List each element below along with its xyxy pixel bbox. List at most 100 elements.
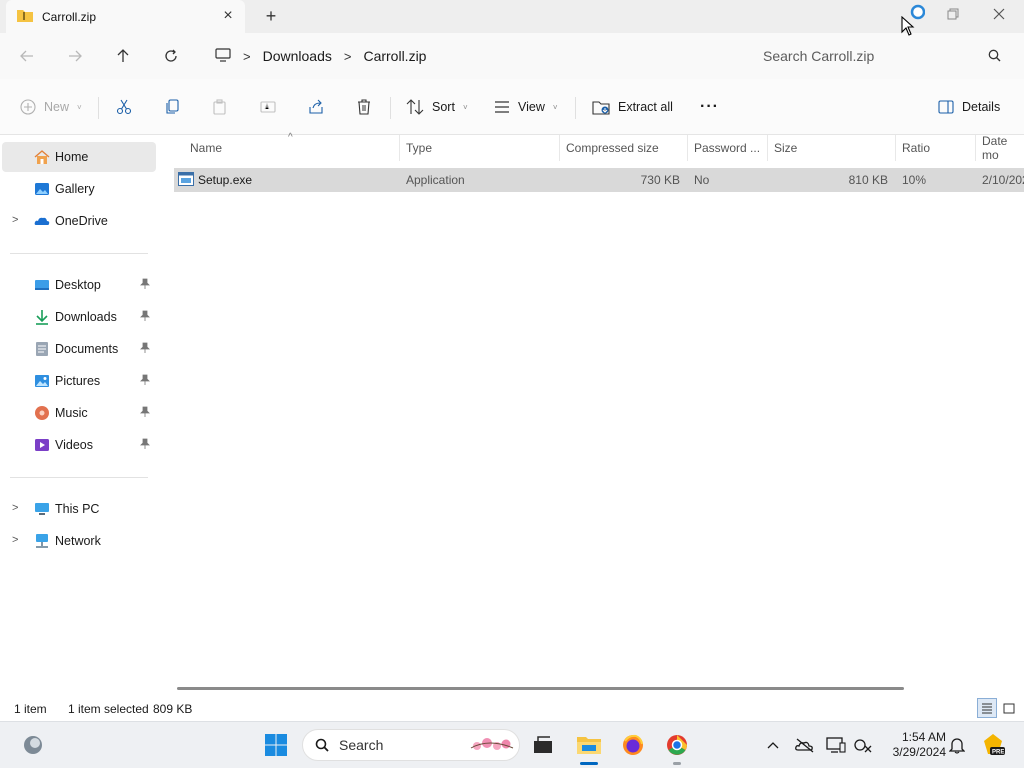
taskbar-search[interactable]: Search	[302, 729, 520, 761]
sidebar-item-pictures[interactable]: Pictures	[2, 366, 156, 396]
zip-folder-icon	[17, 8, 33, 25]
column-header-password[interactable]: Password ...	[688, 135, 768, 161]
column-header-type[interactable]: Type	[400, 135, 560, 161]
chevron-up-icon[interactable]	[760, 732, 786, 758]
sidebar-divider	[10, 477, 148, 478]
back-button[interactable]	[14, 43, 40, 69]
column-header-ratio[interactable]: Ratio	[896, 135, 976, 161]
tiles-view-toggle[interactable]	[999, 698, 1019, 718]
search-icon[interactable]	[988, 49, 1001, 65]
sidebar-label: Music	[55, 406, 88, 420]
onedrive-offline-icon[interactable]	[792, 732, 818, 758]
forward-button[interactable]	[62, 43, 88, 69]
cut-button[interactable]	[116, 95, 132, 119]
item-count: 1 item	[14, 702, 47, 716]
widgets-icon[interactable]	[20, 732, 46, 758]
sidebar-item-this-pc[interactable]: > This PC	[2, 494, 156, 524]
pin-icon[interactable]	[140, 278, 152, 292]
search-box[interactable]	[749, 40, 1015, 72]
task-view-icon[interactable]	[530, 732, 556, 758]
horizontal-scrollbar[interactable]	[177, 687, 904, 690]
bell-icon[interactable]	[944, 732, 970, 758]
home-icon	[34, 149, 50, 165]
chrome-icon[interactable]	[664, 732, 690, 758]
pin-icon[interactable]	[140, 342, 152, 356]
sidebar-label: Downloads	[55, 310, 117, 324]
details-pane-icon	[938, 100, 954, 114]
network-disconnected-icon[interactable]	[850, 732, 876, 758]
column-header-compressed-size[interactable]: Compressed size	[560, 135, 688, 161]
sort-label: Sort	[432, 100, 455, 114]
new-button[interactable]: New ˅	[20, 95, 82, 119]
copy-button[interactable]	[164, 95, 180, 119]
view-button[interactable]: View ˅	[494, 95, 558, 119]
file-size: 810 KB	[848, 173, 888, 187]
refresh-button[interactable]	[158, 43, 184, 69]
paste-button[interactable]	[212, 95, 228, 119]
chevron-right-icon[interactable]: >	[12, 214, 24, 228]
up-button[interactable]	[110, 43, 136, 69]
chevron-right-icon[interactable]: >	[12, 502, 24, 516]
column-header-size[interactable]: Size	[768, 135, 896, 161]
clock[interactable]: 1:54 AM 3/29/2024	[880, 730, 946, 760]
copilot-pre-icon[interactable]: PRE	[980, 732, 1006, 758]
display-icon[interactable]	[823, 732, 849, 758]
breadcrumb-downloads[interactable]: Downloads	[263, 48, 332, 64]
sidebar-item-desktop[interactable]: Desktop	[2, 270, 156, 300]
chevron-right-icon: >	[343, 48, 352, 64]
sidebar-label: OneDrive	[55, 214, 108, 228]
sidebar-item-gallery[interactable]: Gallery	[2, 174, 156, 204]
firefox-icon[interactable]	[620, 732, 646, 758]
rename-button[interactable]	[260, 95, 276, 119]
new-tab-button[interactable]: +	[260, 6, 282, 28]
tiles-view-icon	[1003, 703, 1015, 713]
details-view-icon	[982, 703, 992, 713]
chevron-down-icon: ˅	[77, 102, 82, 112]
pin-icon[interactable]	[140, 438, 152, 452]
title-bar: Carroll.zip × +	[0, 0, 1024, 33]
address-bar[interactable]: > Downloads > Carroll.zip	[201, 40, 739, 72]
details-label: Details	[962, 100, 1001, 114]
taskbar: Search 1:54 AM 3/29/2024 PRE	[0, 721, 1024, 768]
computer-icon	[215, 47, 231, 65]
column-header-date-modified[interactable]: Date mo	[976, 135, 1024, 161]
status-bar: 1 item 1 item selected 809 KB	[0, 695, 1024, 721]
plus-circle-icon	[20, 99, 36, 115]
details-view-toggle[interactable]	[977, 698, 997, 718]
search-input[interactable]	[763, 48, 973, 64]
clock-time: 1:54 AM	[901, 730, 946, 744]
extract-all-button[interactable]: Extract all	[592, 95, 673, 119]
file-explorer-icon[interactable]	[576, 732, 602, 758]
sidebar-item-videos[interactable]: Videos	[2, 430, 156, 460]
share-button[interactable]	[308, 95, 324, 119]
sort-icon	[406, 99, 424, 115]
sidebar-item-music[interactable]: Music	[2, 398, 156, 428]
more-options-button[interactable]: ···	[700, 95, 719, 119]
windows-logo-icon	[265, 734, 287, 756]
close-tab-button[interactable]: ×	[219, 7, 237, 25]
navigation-pane: Home Gallery > OneDrive Desktop Download…	[0, 135, 158, 695]
sidebar-label: Gallery	[55, 182, 95, 196]
table-row[interactable]: Setup.exe Application 730 KB No 810 KB 1…	[174, 168, 1024, 192]
sidebar-item-home[interactable]: Home	[2, 142, 156, 172]
chevron-right-icon[interactable]: >	[12, 534, 24, 548]
maximize-button[interactable]	[940, 4, 966, 26]
sidebar-item-documents[interactable]: Documents	[2, 334, 156, 364]
start-button[interactable]	[263, 732, 289, 758]
sidebar-item-downloads[interactable]: Downloads	[2, 302, 156, 332]
separator	[390, 97, 391, 119]
sidebar-label: Documents	[55, 342, 119, 356]
navigation-bar: > Downloads > Carroll.zip	[0, 33, 1024, 79]
sort-button[interactable]: Sort ˅	[406, 95, 468, 119]
sidebar-item-onedrive[interactable]: > OneDrive	[2, 206, 156, 236]
close-window-button[interactable]	[986, 4, 1012, 26]
pin-icon[interactable]	[140, 406, 152, 420]
sidebar-item-network[interactable]: > Network	[2, 526, 156, 556]
breadcrumb-carroll-zip[interactable]: Carroll.zip	[363, 48, 426, 64]
tab-carroll-zip[interactable]: Carroll.zip ×	[6, 0, 245, 33]
column-header-name[interactable]: Name	[184, 135, 400, 161]
delete-button[interactable]	[356, 95, 372, 119]
details-button[interactable]: Details	[938, 95, 1000, 119]
pin-icon[interactable]	[140, 374, 152, 388]
pin-icon[interactable]	[140, 310, 152, 324]
